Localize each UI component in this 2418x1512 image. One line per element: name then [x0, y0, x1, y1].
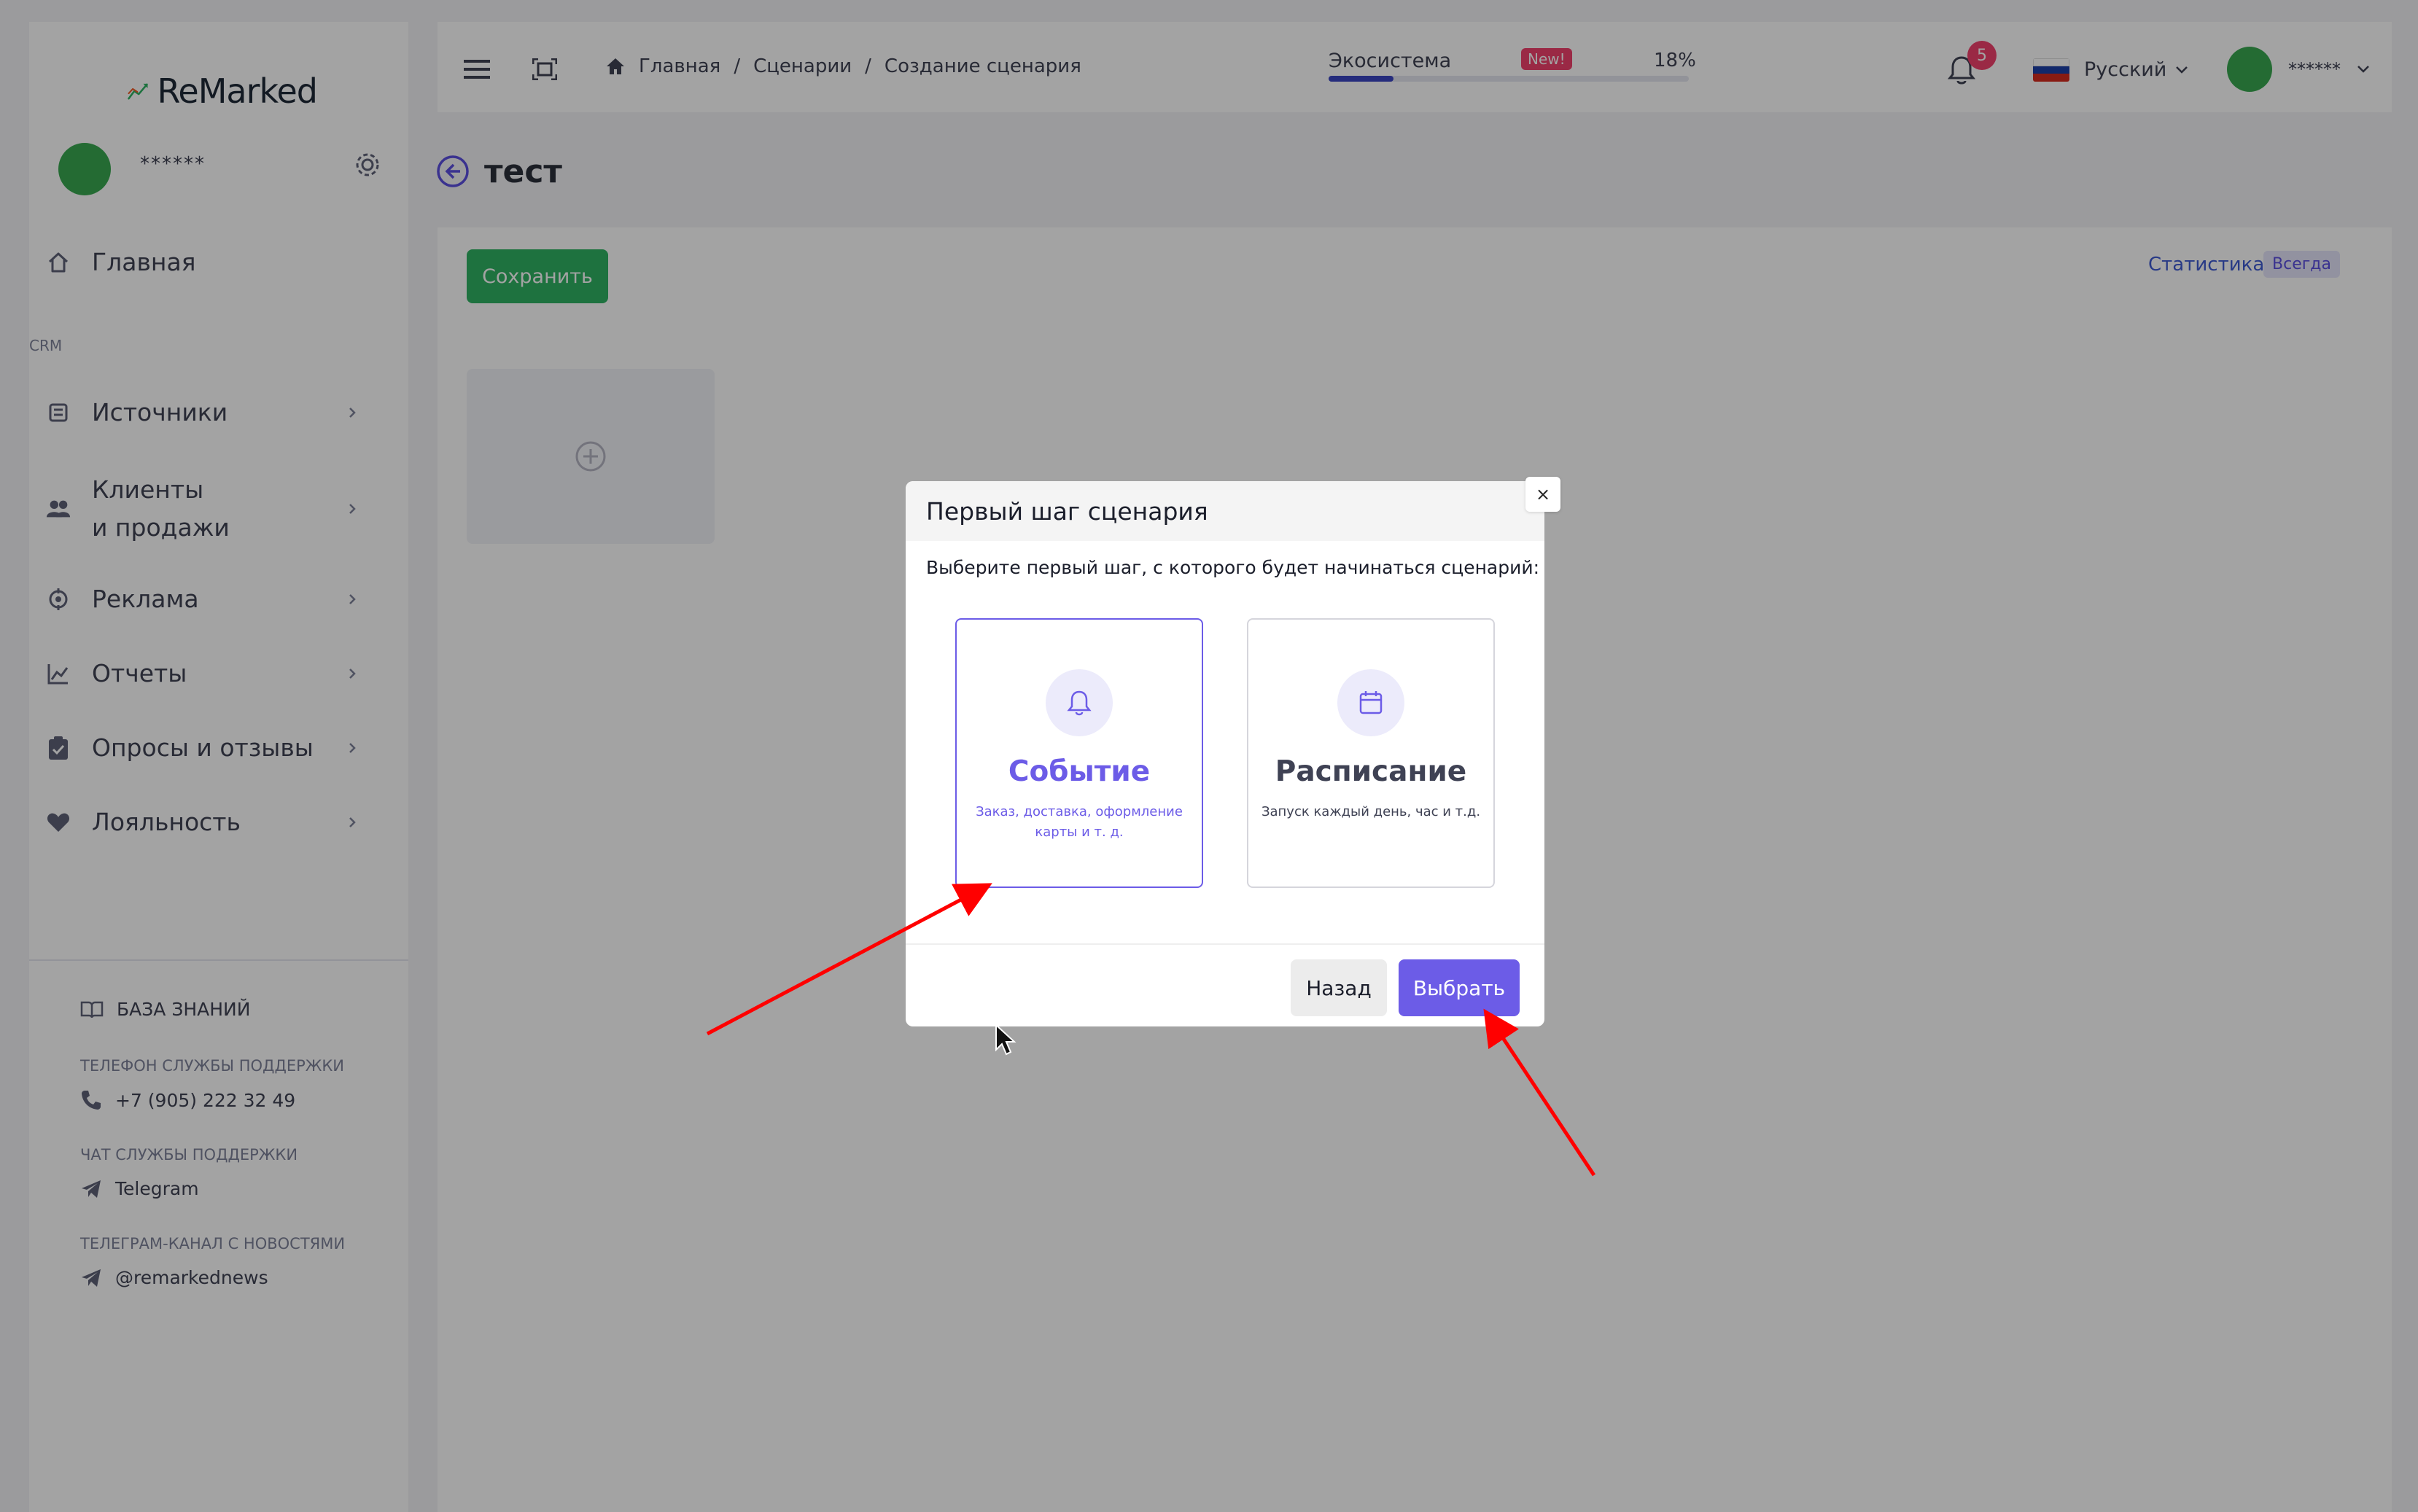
option-event-title: Событие: [1008, 755, 1151, 788]
modal-header: Первый шаг сценария: [906, 481, 1544, 541]
modal-subtitle: Выберите первый шаг, с которого будет на…: [926, 557, 1540, 578]
first-step-modal: Первый шаг сценария Выберите первый шаг,…: [906, 481, 1544, 1026]
modal-title: Первый шаг сценария: [926, 497, 1208, 526]
option-schedule-title: Расписание: [1275, 755, 1467, 788]
option-event-card[interactable]: Событие Заказ, доставка, оформление карт…: [955, 618, 1203, 888]
option-event-description: Заказ, доставка, оформление карты и т. д…: [976, 804, 1183, 840]
back-button[interactable]: Назад: [1291, 959, 1387, 1016]
calendar-icon: [1337, 669, 1404, 736]
option-schedule-card[interactable]: Расписание Запуск каждый день, час и т.д…: [1247, 618, 1495, 888]
option-schedule-description: Запуск каждый день, час и т.д.: [1261, 804, 1481, 819]
close-icon[interactable]: ×: [1525, 477, 1560, 512]
bell-icon: [1046, 669, 1113, 736]
modal-footer-divider: [906, 943, 1544, 945]
choose-button[interactable]: Выбрать: [1399, 959, 1520, 1016]
